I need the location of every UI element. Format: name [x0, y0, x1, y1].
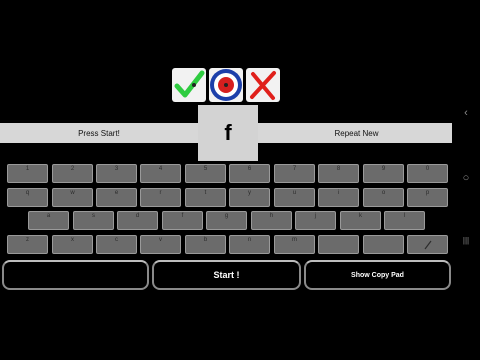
key-label: k — [359, 213, 362, 219]
key-label: p — [425, 190, 430, 196]
key-label: w — [70, 190, 75, 196]
key-label: u — [292, 190, 297, 196]
key-label: 9 — [381, 166, 386, 172]
target-icon — [210, 69, 242, 101]
key-label: l — [403, 213, 406, 219]
key-label: 2 — [70, 166, 75, 172]
key-label: f — [181, 213, 184, 219]
key-label: b — [203, 237, 208, 243]
key-t[interactable]: t — [185, 188, 226, 207]
key-s[interactable]: s — [73, 211, 114, 230]
key-label: n — [247, 237, 252, 243]
key-4[interactable]: 4 — [140, 164, 181, 183]
key-8[interactable]: 8 — [318, 164, 359, 183]
key-9[interactable]: 9 — [363, 164, 404, 183]
key-label: c — [115, 237, 118, 243]
key-label: e — [114, 190, 119, 196]
key-blank-2[interactable] — [363, 235, 404, 254]
key-label: s — [92, 213, 95, 219]
key-a[interactable]: a — [28, 211, 69, 230]
cross-icon — [250, 71, 276, 100]
key-0[interactable]: 0 — [407, 164, 448, 183]
slash-icon — [424, 240, 431, 250]
key-label: j — [314, 213, 317, 219]
repeat-new-label: Repeat New — [334, 128, 379, 138]
key-label: y — [248, 190, 251, 196]
key-label: 5 — [203, 166, 208, 172]
key-5[interactable]: 5 — [185, 164, 226, 183]
key-label: z — [26, 237, 29, 243]
key-j[interactable]: j — [295, 211, 336, 230]
checkmark-button[interactable] — [172, 68, 206, 102]
press-start-button[interactable]: Press Start! — [0, 123, 198, 143]
key-label: r — [159, 190, 162, 196]
recents-glyph: ||| — [462, 236, 470, 245]
cross-button[interactable] — [246, 68, 280, 102]
key-label: h — [269, 213, 274, 219]
key-k[interactable]: k — [340, 211, 381, 230]
key-label: 0 — [425, 166, 430, 172]
key-label: 8 — [336, 166, 341, 172]
key-h[interactable]: h — [251, 211, 292, 230]
current-letter-display: f — [198, 105, 258, 161]
key-label: 3 — [114, 166, 119, 172]
key-label: 7 — [292, 166, 297, 172]
show-copy-pad-label: Show Copy Pad — [351, 271, 404, 279]
key-7[interactable]: 7 — [274, 164, 315, 183]
key-label: v — [159, 237, 162, 243]
current-letter: f — [224, 120, 232, 145]
key-l[interactable]: l — [384, 211, 425, 230]
key-n[interactable]: n — [229, 235, 270, 254]
chevron-left-icon[interactable]: ‹ — [452, 107, 480, 119]
key-label: o — [381, 190, 386, 196]
key-x[interactable]: x — [52, 235, 93, 254]
key-z[interactable]: z — [7, 235, 48, 254]
key-p[interactable]: p — [407, 188, 448, 207]
key-label: 6 — [247, 166, 252, 172]
key-label: g — [224, 213, 229, 219]
key-label: d — [135, 213, 140, 219]
home-circle-icon[interactable]: ○ — [452, 172, 480, 184]
key-1[interactable]: 1 — [7, 164, 48, 183]
show-copy-pad-button[interactable]: Show Copy Pad — [304, 260, 451, 290]
key-label: i — [337, 190, 340, 196]
key-3[interactable]: 3 — [96, 164, 137, 183]
key-w[interactable]: w — [52, 188, 93, 207]
home-glyph: ○ — [462, 172, 470, 184]
key-d[interactable]: d — [117, 211, 158, 230]
key-v[interactable]: v — [140, 235, 181, 254]
key-backspace[interactable] — [407, 235, 448, 254]
key-label: m — [292, 237, 297, 243]
press-start-label: Press Start! — [78, 128, 120, 138]
key-label: t — [204, 190, 207, 196]
start-button[interactable]: Start ! — [152, 260, 301, 290]
back-glyph: ‹ — [464, 107, 468, 119]
key-q[interactable]: q — [7, 188, 48, 207]
blank-bottom-button[interactable] — [2, 260, 149, 290]
key-y[interactable]: y — [229, 188, 270, 207]
repeat-new-button[interactable]: Repeat New — [258, 123, 455, 143]
key-c[interactable]: c — [96, 235, 137, 254]
key-label: 1 — [25, 166, 30, 172]
key-label: a — [46, 213, 51, 219]
checkmark-icon — [174, 70, 205, 98]
key-b[interactable]: b — [185, 235, 226, 254]
key-6[interactable]: 6 — [229, 164, 270, 183]
key-label: 4 — [158, 166, 163, 172]
key-r[interactable]: r — [140, 188, 181, 207]
key-m[interactable]: m — [274, 235, 315, 254]
recents-bars-icon[interactable]: ||| — [452, 236, 480, 245]
start-label: Start ! — [213, 270, 240, 280]
key-label: x — [71, 237, 74, 243]
key-u[interactable]: u — [274, 188, 315, 207]
key-o[interactable]: o — [363, 188, 404, 207]
key-label: q — [25, 190, 30, 196]
key-f[interactable]: f — [162, 211, 203, 230]
key-blank-1[interactable] — [318, 235, 359, 254]
key-i[interactable]: i — [318, 188, 359, 207]
key-e[interactable]: e — [96, 188, 137, 207]
key-2[interactable]: 2 — [52, 164, 93, 183]
key-g[interactable]: g — [206, 211, 247, 230]
target-button[interactable] — [209, 68, 243, 102]
